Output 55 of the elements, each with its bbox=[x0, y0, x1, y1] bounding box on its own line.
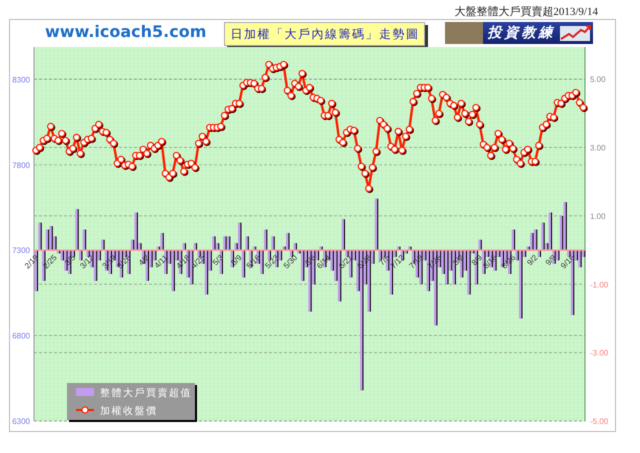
x-axis-label: 4/2 bbox=[136, 253, 152, 268]
x-axis-label: 3/5 bbox=[63, 253, 78, 268]
line-point bbox=[47, 122, 54, 130]
x-axis-label: 7/19 bbox=[407, 253, 425, 270]
left-axis-label: 7800 bbox=[12, 160, 30, 170]
x-axis-label: 9/2 bbox=[525, 253, 540, 268]
right-axis-label: 3.00 bbox=[590, 144, 606, 152]
legend-swatch bbox=[76, 388, 94, 396]
x-axis-label: 7/26 bbox=[426, 253, 444, 270]
x-axis-label: 4/11 bbox=[152, 253, 170, 270]
right-axis-label: -3.00 bbox=[590, 348, 608, 358]
x-axis-label: 4/18 bbox=[174, 253, 192, 270]
x-axis-label: 4/25 bbox=[189, 253, 207, 270]
line-point bbox=[365, 184, 372, 192]
rising-chart-icon bbox=[559, 24, 594, 42]
x-axis-label: 5/23 bbox=[263, 253, 281, 270]
x-axis-label: 8/26 bbox=[500, 253, 518, 270]
legend-label: 加權收盤價 bbox=[100, 406, 158, 417]
right-axis-label: -5.00 bbox=[590, 417, 608, 426]
x-axis-label: 9/9 bbox=[544, 253, 558, 268]
line-point bbox=[535, 142, 542, 149]
x-axis-label: 5/9 bbox=[229, 253, 244, 268]
x-axis-label: 3/26 bbox=[115, 253, 133, 270]
line-point bbox=[476, 120, 484, 128]
line-point bbox=[372, 148, 380, 155]
left-axis-label: 8300 bbox=[12, 75, 30, 84]
x-axis-label: 9/16 bbox=[559, 253, 576, 270]
page-title: 大盤整體大戶買賣超2013/9/14 bbox=[454, 5, 598, 19]
x-axis-label: 6/28 bbox=[356, 253, 374, 270]
left-axis-label: 7300 bbox=[12, 246, 30, 256]
line-point bbox=[298, 70, 306, 78]
left-axis-label: 6800 bbox=[12, 332, 30, 341]
x-axis-label: 6/21 bbox=[337, 253, 355, 270]
x-axis-label: 6/6 bbox=[303, 253, 318, 268]
x-axis-label: 6/14 bbox=[315, 253, 332, 270]
right-axis-label: 5.00 bbox=[590, 75, 606, 84]
site-url: www.icoach5.com bbox=[45, 22, 206, 42]
x-axis-label: 8/2 bbox=[451, 253, 466, 268]
left-axis-label: 6300 bbox=[12, 417, 30, 426]
x-axis-label: 3/19 bbox=[100, 253, 118, 270]
x-axis-label: 3/12 bbox=[78, 253, 96, 270]
logo-text: 投資教練 bbox=[487, 24, 556, 42]
line-point bbox=[354, 144, 362, 152]
x-axis-label: 5/3 bbox=[210, 253, 226, 268]
photo-placeholder bbox=[445, 22, 484, 44]
line-point bbox=[328, 100, 336, 107]
x-axis-label: 7/12 bbox=[388, 253, 406, 270]
right-axis-label: 1.00 bbox=[590, 212, 606, 221]
legend-label: 整體大戶買賣超值 bbox=[100, 388, 192, 399]
x-axis-label: 5/16 bbox=[244, 253, 262, 270]
line-point bbox=[428, 94, 436, 102]
chart-heading: 日加權「大戶內線籌碼」走勢圖 bbox=[224, 22, 426, 46]
right-axis-label: -1.00 bbox=[590, 280, 608, 290]
legend-line-icon bbox=[76, 406, 94, 414]
x-axis-label: 5/30 bbox=[282, 253, 300, 270]
